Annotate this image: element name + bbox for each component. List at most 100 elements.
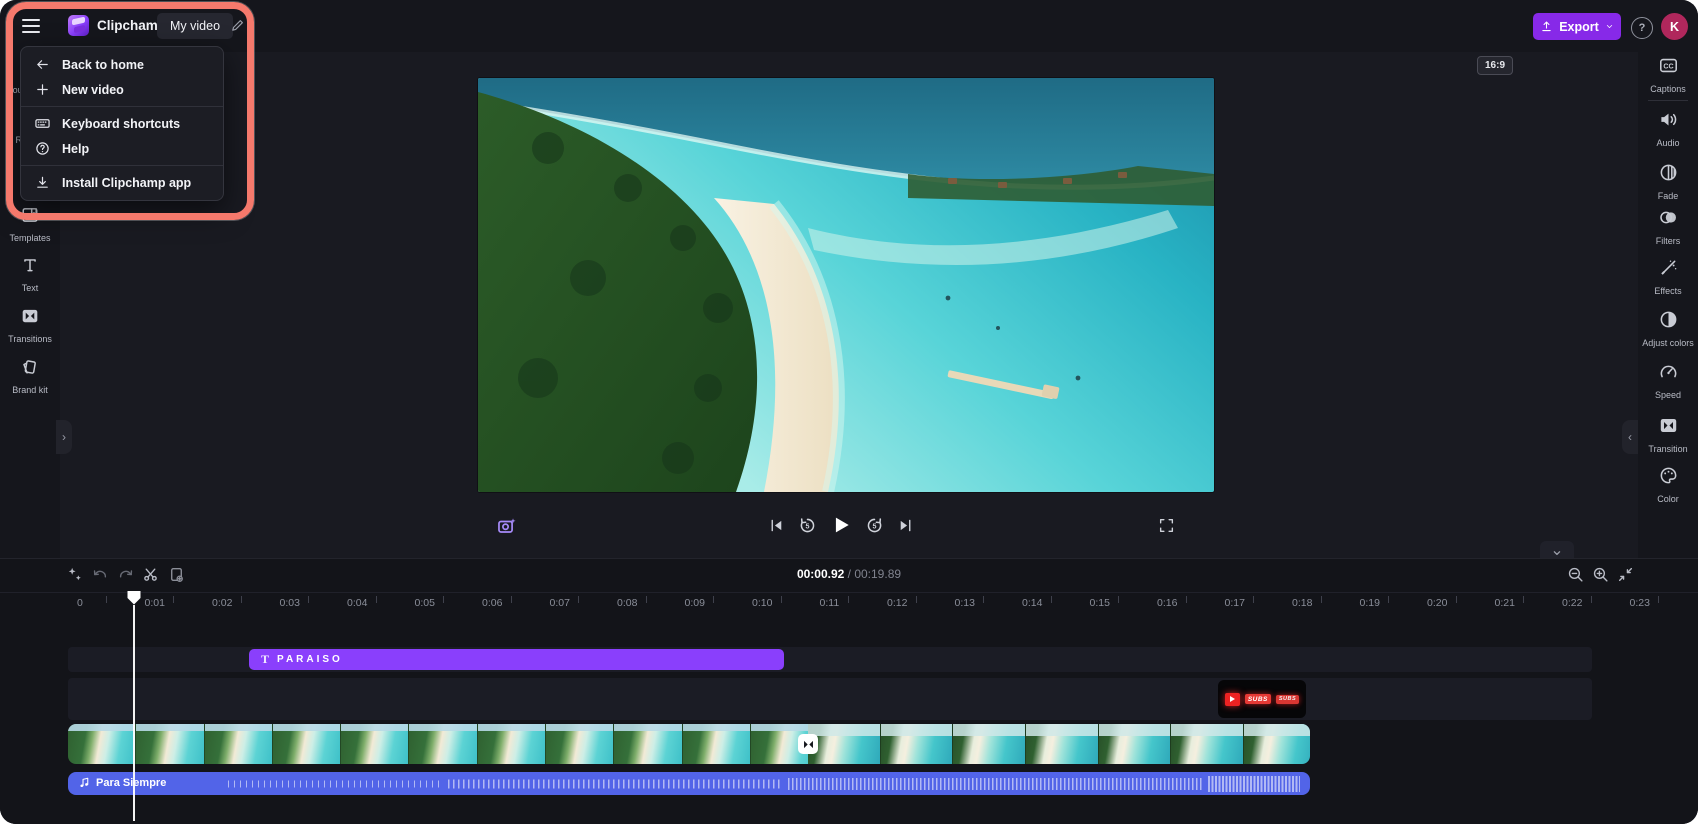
subscribe-play-icon xyxy=(1225,693,1240,706)
panel-item-effects[interactable]: Effects xyxy=(1638,258,1698,296)
text-clip[interactable]: T PARAISO xyxy=(249,649,784,670)
clip-transition-icon[interactable] xyxy=(798,734,818,754)
video-preview[interactable] xyxy=(478,78,1214,492)
plus-icon xyxy=(35,82,51,97)
ruler-tick xyxy=(578,596,579,603)
ruler-tick xyxy=(781,596,782,603)
export-chevron-down-icon xyxy=(1605,22,1614,31)
panel-item-label: Color xyxy=(1638,494,1698,504)
ruler-tick xyxy=(1388,596,1389,603)
ruler-label: 0:20 xyxy=(1427,597,1447,609)
time-separator: / xyxy=(844,567,854,581)
menu-item-label: Help xyxy=(62,142,89,156)
skip-start-icon[interactable] xyxy=(768,517,785,534)
color-icon xyxy=(1659,466,1678,485)
panel-item-audio[interactable]: Audio xyxy=(1638,110,1698,148)
skip-end-icon[interactable] xyxy=(897,517,914,534)
menu-divider xyxy=(21,165,223,166)
ruler-label: 0:23 xyxy=(1630,597,1650,609)
video-thumbnail xyxy=(68,724,136,764)
video-thumbnail xyxy=(478,724,546,764)
current-time: 00:00.92 xyxy=(797,567,844,581)
text-icon xyxy=(21,256,39,274)
sidebar-item-templates[interactable]: Templates xyxy=(0,206,60,243)
ruler-label: 0:10 xyxy=(752,597,772,609)
snapshot-icon[interactable] xyxy=(497,516,518,537)
rewind-5-icon[interactable]: 5 xyxy=(798,516,817,535)
play-icon[interactable] xyxy=(830,514,852,536)
panel-item-label: Effects xyxy=(1638,286,1698,296)
playhead-handle[interactable] xyxy=(126,590,142,606)
menu-item-new-video[interactable]: New video xyxy=(21,77,223,102)
sidebar-item-transitions[interactable]: Transitions xyxy=(0,307,60,344)
ruler-label: 0:04 xyxy=(347,597,367,609)
video-thumbnail xyxy=(1244,724,1310,764)
ruler-label: 0:19 xyxy=(1360,597,1380,609)
panel-item-captions[interactable]: CCCaptions xyxy=(1638,56,1698,94)
fade-icon xyxy=(1659,163,1678,182)
aspect-ratio-badge[interactable]: 16:9 xyxy=(1477,56,1513,75)
menu-item-install-clipchamp-app[interactable]: Install Clipchamp app xyxy=(21,170,223,195)
sidebar-item-text[interactable]: Text xyxy=(0,256,60,293)
avatar[interactable]: K xyxy=(1661,13,1688,40)
collapse-timeline-button[interactable]: ⌄ xyxy=(1540,541,1574,558)
video-thumbnail xyxy=(953,724,1026,764)
ruler-label: 0:03 xyxy=(280,597,300,609)
zoom-out-icon[interactable] xyxy=(1567,566,1584,583)
ruler-tick xyxy=(308,596,309,603)
sidebar-item-brand-kit[interactable]: Brand kit xyxy=(0,358,60,395)
ruler-label: 0:09 xyxy=(685,597,705,609)
video-thumbnail xyxy=(546,724,614,764)
ruler-tick xyxy=(1051,596,1052,603)
subscribe-sticker-clip[interactable]: SUBS SUBS xyxy=(1218,680,1306,718)
sticker-track-lane[interactable] xyxy=(68,678,1592,720)
text-tool-icon: T xyxy=(261,652,269,667)
panel-item-adjust-colors[interactable]: Adjust colors xyxy=(1638,310,1698,348)
ruler-tick xyxy=(1321,596,1322,603)
zoom-in-icon[interactable] xyxy=(1592,566,1609,583)
panel-item-fade[interactable]: Fade xyxy=(1638,163,1698,201)
edit-title-icon[interactable] xyxy=(230,18,245,33)
menu-item-back-to-home[interactable]: Back to home xyxy=(21,52,223,77)
panel-item-speed[interactable]: Speed xyxy=(1638,362,1698,400)
video-clip-2[interactable] xyxy=(808,724,1310,764)
playhead-line[interactable] xyxy=(133,605,135,821)
ruler-label: 0:13 xyxy=(955,597,975,609)
fullscreen-icon[interactable] xyxy=(1158,517,1175,534)
panel-item-filters[interactable]: Filters xyxy=(1638,208,1698,246)
video-thumbnail xyxy=(614,724,682,764)
hamburger-menu-icon[interactable] xyxy=(22,16,40,36)
panel-item-transition[interactable]: Transition xyxy=(1638,416,1698,454)
top-bar: Clipchamp My video Export ? K xyxy=(0,0,1698,52)
expand-left-panel-button[interactable]: › xyxy=(56,420,72,454)
help-icon[interactable]: ? xyxy=(1631,17,1653,39)
sidebar-divider xyxy=(1648,100,1688,101)
panel-item-color[interactable]: Color xyxy=(1638,466,1698,504)
ruler-label: 0:21 xyxy=(1495,597,1515,609)
panel-item-label: Speed xyxy=(1638,390,1698,400)
expand-right-panel-button[interactable]: ‹ xyxy=(1622,420,1638,454)
timeline-ruler[interactable]: 00:010:020:030:040:050:060:070:080:090:1… xyxy=(0,593,1698,615)
export-button[interactable]: Export xyxy=(1533,13,1621,40)
project-title-chip[interactable]: My video xyxy=(157,13,233,39)
clipchamp-app: Clipchamp My video Export ? K Your media… xyxy=(0,0,1698,824)
video-thumbnail xyxy=(1171,724,1244,764)
audio-waveform xyxy=(788,778,1203,790)
video-clip-1[interactable] xyxy=(68,724,808,764)
menu-item-keyboard-shortcuts[interactable]: Keyboard shortcuts xyxy=(21,111,223,136)
total-time: 00:19.89 xyxy=(854,567,901,581)
forward-5-icon[interactable]: 5 xyxy=(865,516,884,535)
ruler-tick xyxy=(1658,596,1659,603)
keyboard-icon xyxy=(35,116,51,131)
transitions-icon xyxy=(21,307,39,325)
video-thumbnail xyxy=(341,724,409,764)
menu-divider xyxy=(21,106,223,107)
text-clip-label: PARAISO xyxy=(277,654,343,665)
audio-clip[interactable]: Para Siempre xyxy=(68,772,1310,795)
zoom-fit-icon[interactable] xyxy=(1617,566,1634,583)
video-thumbnail xyxy=(881,724,954,764)
adjust-colors-icon xyxy=(1659,310,1678,329)
menu-item-help[interactable]: Help xyxy=(21,136,223,161)
clipchamp-logo-icon xyxy=(68,15,89,36)
sidebar-item-label: Templates xyxy=(0,233,60,243)
